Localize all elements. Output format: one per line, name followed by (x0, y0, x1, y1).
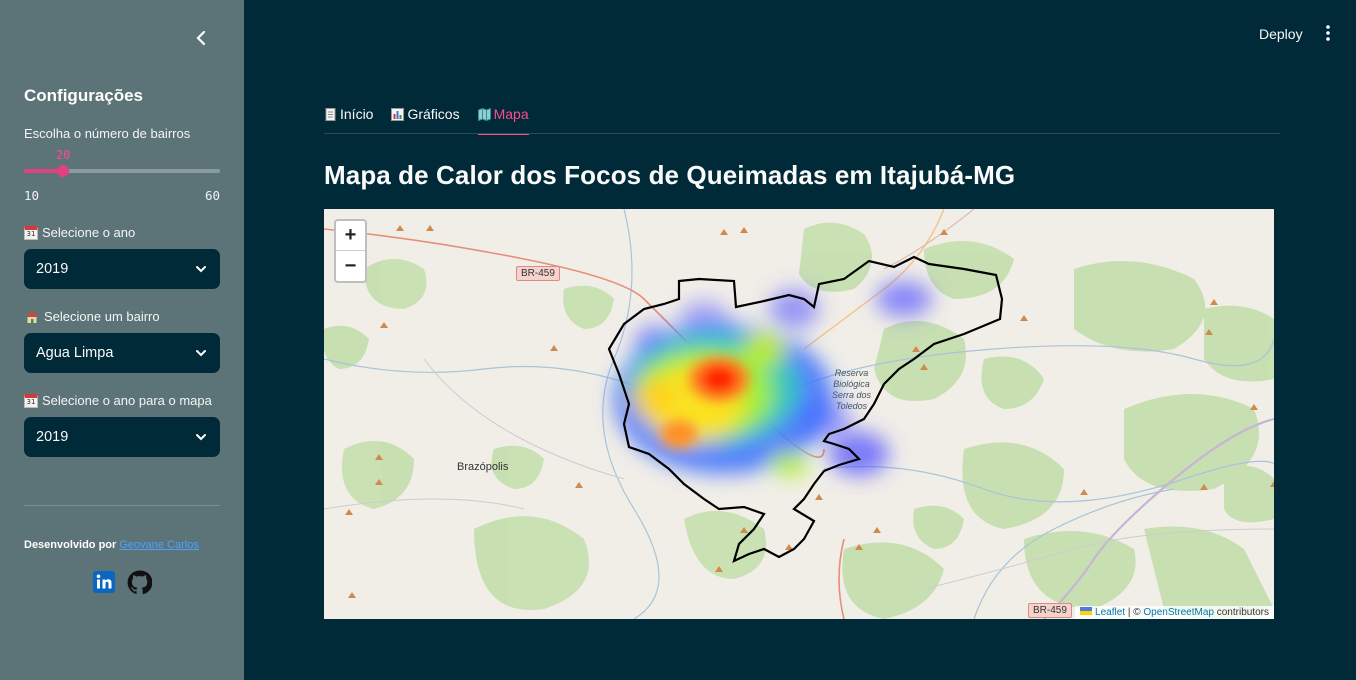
tab-graficos-label: Gráficos (407, 106, 460, 122)
credit-prefix: Desenvolvido por (24, 539, 117, 551)
collapse-sidebar-button[interactable] (190, 26, 214, 50)
tab-mapa[interactable]: Mapa (477, 104, 529, 135)
page-title: Mapa de Calor dos Focos de Queimadas em … (324, 160, 1016, 190)
slider-track[interactable] (24, 169, 220, 173)
sidebar-title: Configurações (24, 86, 144, 105)
map-icon (477, 107, 491, 121)
map-tiles (324, 209, 1274, 619)
map-year-select-label: 31 Selecione o ano para o mapa (24, 393, 212, 408)
slider-label-text: Escolha o número de bairros (24, 126, 191, 141)
road-label: BR-459 (516, 266, 560, 281)
tabs-underline (324, 133, 1280, 134)
github-link[interactable] (127, 570, 153, 595)
bairro-select[interactable]: Agua Limpa (24, 333, 220, 373)
deploy-button[interactable]: Deploy (1251, 22, 1311, 46)
slider-thumb[interactable] (57, 165, 70, 177)
attribution-separator: | © (1125, 607, 1144, 618)
calendar-icon: 31 (24, 225, 38, 240)
reserve-label-line: Serra dos (832, 390, 872, 400)
chevron-left-icon (196, 30, 206, 46)
slider-label: Escolha o número de bairros (24, 126, 190, 141)
reserve-label: Reserva Biológica Serra dos Toledos (832, 368, 871, 412)
bairros-slider[interactable]: 20 10 60 (24, 148, 220, 203)
page-icon (325, 107, 336, 121)
bairro-select-label: Selecione um bairro (24, 309, 160, 324)
author-link[interactable]: Geovane Carlos (119, 539, 199, 551)
tab-mapa-label: Mapa (493, 106, 529, 122)
slider-min: 10 (24, 188, 40, 203)
year-select-label: 31 Selecione o ano (24, 225, 135, 240)
github-icon (127, 570, 153, 595)
year-select-label-text: Selecione o ano (42, 225, 136, 240)
reserve-label-line: Biológica (833, 379, 870, 389)
ukraine-flag-icon (1080, 607, 1093, 615)
bairro-select-label-text: Selecione um bairro (44, 309, 160, 324)
zoom-control: + − (334, 219, 367, 283)
attribution-suffix: contributors (1213, 607, 1269, 618)
linkedin-link[interactable] (92, 570, 116, 594)
reserve-label-line: Reserva (834, 368, 869, 378)
reserve-label-line: Toledos (835, 401, 868, 411)
sidebar-divider (24, 505, 220, 506)
tab-bar: Início Gráficos Mapa (324, 104, 529, 135)
calendar-icon: 31 (24, 393, 38, 408)
slider-value: 20 (56, 148, 71, 162)
map-attribution: Leaflet | © OpenStreetMap contributors (1075, 606, 1274, 619)
zoom-in-button[interactable]: + (336, 221, 365, 251)
osm-link[interactable]: OpenStreetMap (1143, 607, 1214, 618)
road-label: BR-459 (1028, 603, 1072, 618)
chevron-down-icon (196, 434, 206, 441)
heatmap-map[interactable]: BR-459 BR-459 Brazópolis Reserva Biológi… (324, 209, 1274, 619)
house-icon (26, 310, 38, 323)
tab-inicio[interactable]: Início (324, 104, 373, 134)
year-select[interactable]: 2019 (24, 249, 220, 289)
place-label-brazopolis: Brazópolis (457, 461, 509, 473)
map-year-select[interactable]: 2019 (24, 417, 220, 457)
linkedin-icon (93, 571, 115, 593)
main-menu-button[interactable] (1318, 22, 1338, 44)
map-year-select-label-text: Selecione o ano para o mapa (42, 393, 212, 408)
zoom-out-button[interactable]: − (336, 251, 365, 281)
sidebar: Configurações Escolha o número de bairro… (0, 0, 244, 680)
bar-chart-icon (391, 107, 405, 121)
slider-max: 60 (204, 188, 220, 203)
leaflet-link[interactable]: Leaflet (1095, 607, 1125, 618)
tab-graficos[interactable]: Gráficos (391, 104, 460, 134)
tab-inicio-label: Início (340, 106, 374, 122)
year-select-value: 2019 (36, 261, 69, 277)
bairro-select-value: Agua Limpa (36, 345, 114, 361)
credit-text: Desenvolvido por Geovane Carlos (24, 539, 199, 551)
more-vertical-icon (1326, 25, 1330, 41)
chevron-down-icon (196, 350, 206, 357)
map-year-select-value: 2019 (36, 429, 69, 445)
chevron-down-icon (196, 266, 206, 273)
